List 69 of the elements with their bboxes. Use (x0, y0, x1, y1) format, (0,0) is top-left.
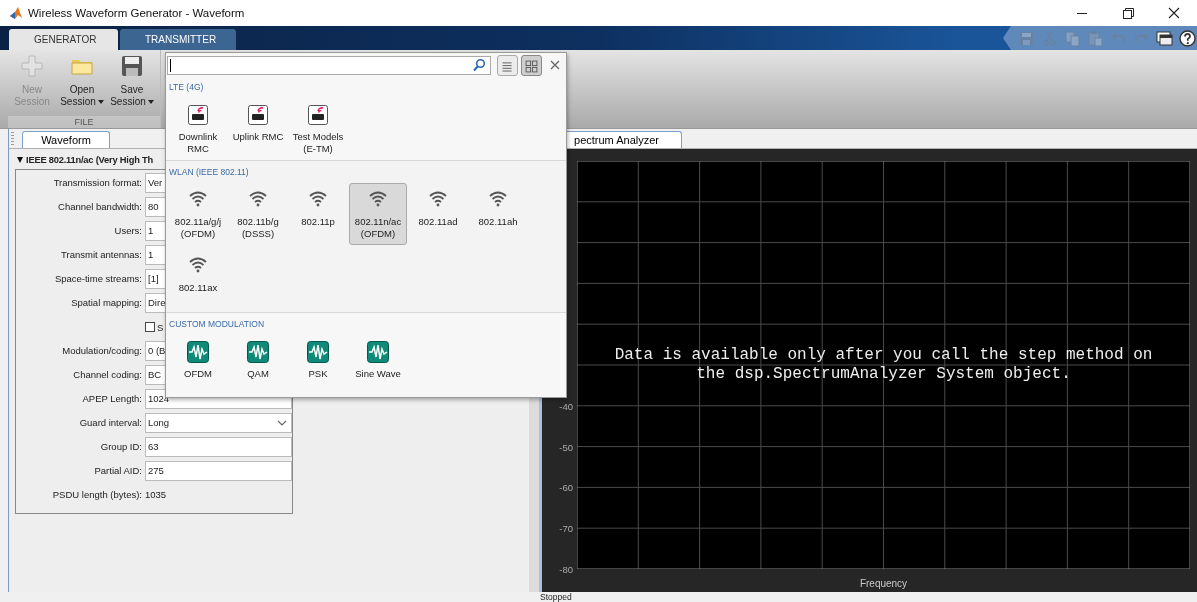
search-icon (472, 58, 486, 72)
gallery-item[interactable]: 802.11ad (409, 183, 467, 245)
ribbon-button[interactable]: Save Session (108, 54, 156, 116)
ribbon-tab[interactable]: TRANSMITTER (120, 29, 236, 50)
field-label: Spatial mapping: (70, 296, 142, 310)
field-label: Modulation/coding: (61, 344, 142, 358)
grip-handle[interactable] (11, 132, 14, 145)
field-label: Group ID: (99, 440, 142, 454)
gallery-item[interactable]: 802.11ax (169, 249, 227, 299)
ribbon-tab[interactable]: GENERATOR (9, 29, 118, 50)
gallery-item[interactable]: 802.11ah (469, 183, 527, 245)
axis-tick-label: -40 (559, 400, 573, 412)
axis-tick-label: -50 (559, 441, 573, 453)
checkbox-label: S (157, 321, 164, 333)
panel-tab[interactable]: Waveform (22, 131, 110, 148)
view-button[interactable] (497, 54, 518, 76)
axis-tick-label: -80 (559, 563, 573, 575)
field-label: Channel bandwidth: (57, 200, 142, 214)
gallery-item[interactable]: QAM (229, 335, 287, 385)
axis-label: Frequency (858, 577, 909, 590)
signal-badge-icon (307, 104, 329, 126)
section-title: LTE (4G) (169, 81, 205, 94)
input-field[interactable]: 275 (145, 461, 292, 481)
gallery-item[interactable]: Uplink RMC (229, 98, 287, 160)
dropdown[interactable]: Long (145, 413, 292, 433)
section-title: WLAN (IEEE 802.11) (169, 166, 250, 179)
gallery-item[interactable]: 802.11a/g/j (OFDM) (169, 183, 227, 245)
peak-logo-icon (9, 6, 23, 20)
field-label: APEP Length: (81, 392, 142, 406)
signal-badge-icon (247, 104, 269, 126)
waveform-icon (247, 341, 269, 363)
field-value: 1035 (145, 488, 168, 502)
field-label: Users: (113, 224, 142, 238)
waveform-icon (367, 341, 389, 363)
view-button[interactable] (521, 54, 542, 76)
section-title: CUSTOM MODULATION (169, 318, 266, 331)
gallery-item[interactable]: PSK (289, 335, 347, 385)
field-label: Guard interval: (78, 416, 142, 430)
waveform-icon (307, 341, 329, 363)
waveform-icon (187, 341, 209, 363)
field-label: Transmission format: (52, 176, 142, 190)
gallery-item[interactable]: Downlink RMC (169, 98, 227, 160)
gallery-item[interactable]: Sine Wave (349, 335, 407, 385)
field-label: PSDU length (bytes): (51, 488, 142, 502)
axis-tick-label: -70 (559, 522, 573, 534)
gallery-item[interactable]: Test Models (E-TM) (289, 98, 347, 160)
gallery-item[interactable]: OFDM (169, 335, 227, 385)
field-label: Transmit antennas: (60, 248, 142, 262)
window-title: Wireless Waveform Generator - Waveform (28, 7, 245, 19)
search-field[interactable] (167, 55, 491, 75)
gallery-item[interactable]: 802.11n/ac (OFDM) (349, 183, 407, 245)
section-title: IEEE 802.11n/ac (Very High Th (26, 155, 153, 165)
field-label: Partial AID: (93, 464, 142, 478)
axis-tick-label: -60 (559, 481, 573, 493)
status-text: Stopped (540, 593, 572, 602)
checkbox[interactable] (145, 322, 155, 332)
signal-badge-icon (187, 104, 209, 126)
scope-message: Data is available only after you call the step method on the dsp.SpectrumAnalyzer System object. (613, 346, 1154, 384)
triangle-icon[interactable] (17, 157, 23, 163)
plus-icon (20, 54, 44, 78)
input-field[interactable]: 63 (145, 437, 292, 457)
group-label: FILE (8, 116, 160, 128)
field-label: Space-time streams: (53, 272, 142, 286)
windows-icon[interactable] (1156, 29, 1173, 47)
gallery-item[interactable]: 802.11b/g (DSSS) (229, 183, 287, 245)
help-icon[interactable] (1179, 29, 1196, 47)
gallery-item[interactable]: 802.11p (289, 183, 347, 245)
ribbon-button[interactable]: Open Session (58, 54, 106, 116)
field-label: Channel coding: (72, 368, 142, 382)
